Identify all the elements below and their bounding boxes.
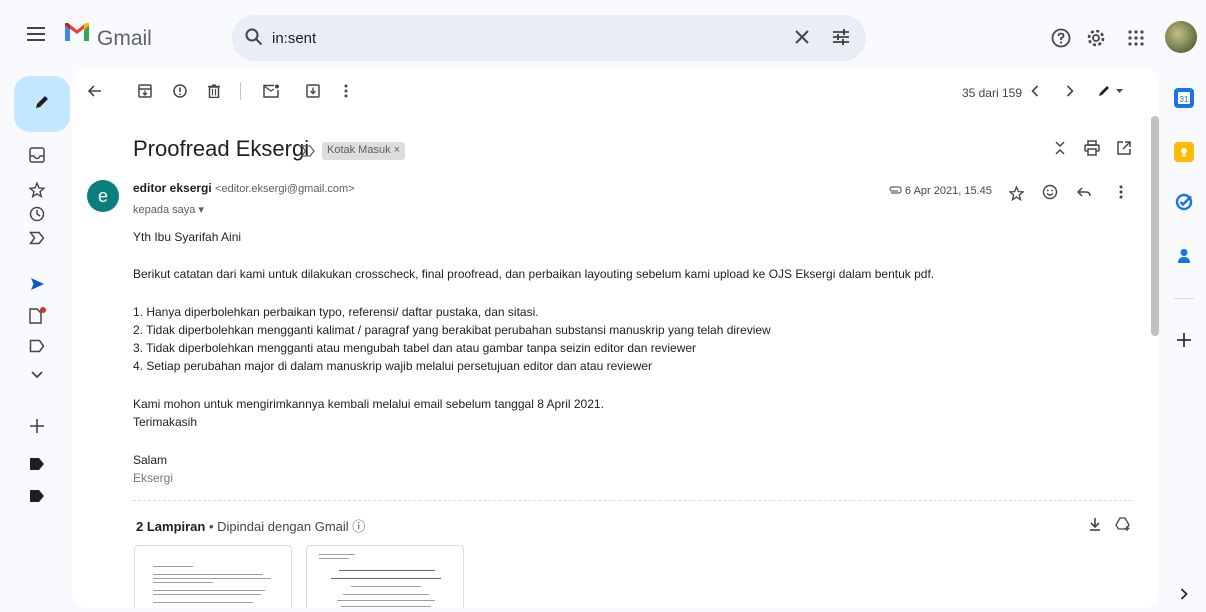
download-all-icon[interactable] [1085,514,1105,534]
attachment-thumbnail[interactable] [306,545,464,608]
snooze-download-icon[interactable] [303,81,323,101]
email-body-line: Terimakasih [133,415,198,429]
email-signature: Eksergi [133,471,174,485]
email-body-line: Kami mohon untuk mengirimkannya kembali … [133,397,604,411]
important-marker-icon[interactable] [300,143,316,159]
sender-line: editor eksergi <editor.eksergi@gmail.com… [133,181,355,195]
attachment-thumbnail[interactable] [134,545,292,608]
calendar-icon[interactable]: 31 [1174,88,1194,108]
reply-icon[interactable] [1074,182,1094,202]
contacts-icon[interactable] [1174,246,1194,266]
email-body-line: 2. Tidak diperbolehkan mengganti kalimat… [133,323,771,337]
mark-unread-icon[interactable] [261,81,281,101]
attachments-divider [133,500,1132,501]
star-icon[interactable] [27,180,47,200]
email-body-line: Yth Ibu Syarifah Aini [133,230,242,244]
email-date: 6 Apr 2021, 15.45 [905,185,992,197]
top-bar: Gmail [0,0,1206,64]
svg-text:31: 31 [1180,95,1189,104]
close-icon[interactable] [790,25,814,49]
email-subject: Proofread Eksergi [133,136,310,161]
label-icon[interactable] [27,486,47,506]
collapse-all-icon[interactable] [1050,138,1070,158]
attachment-icon [887,183,903,197]
attachments-header: 2 Lampiran • Dipindai dengan Gmail ⓘ [136,516,365,535]
keep-icon[interactable] [1174,142,1194,162]
chevron-down-icon[interactable] [27,364,47,384]
email-body-line: Berikut catatan dari kami untuk dilakuka… [133,267,935,281]
archive-icon[interactable] [135,81,155,101]
side-panel-divider [1174,298,1194,299]
account-avatar[interactable] [1165,21,1197,53]
sender-email: <editor.eksergi@gmail.com> [215,183,355,195]
email-body-line: 3. Tidak diperbolehkan mengganti atau me… [133,341,697,355]
chevron-right-icon[interactable] [1060,81,1080,101]
sender-avatar[interactable]: e [87,180,119,212]
app-logo-text: Gmail [97,27,152,50]
scan-note: • Dipindai dengan Gmail ⓘ [208,519,366,534]
inbox-icon[interactable] [27,145,47,165]
gmail-logo-icon[interactable] [64,22,90,42]
email-body-line: 4. Setiap perubahan major di dalam manus… [133,359,652,373]
report-spam-icon[interactable] [170,81,190,101]
label-icon[interactable] [27,336,47,356]
back-arrow-icon[interactable] [85,81,105,101]
toolbar-divider [240,82,241,100]
sender-name[interactable]: editor eksergi [133,181,212,195]
search-icon[interactable] [242,25,266,49]
print-icon[interactable] [1082,138,1102,158]
email-body-line: 1. Hanya diperbolehkan perbaikan typo, r… [133,305,539,319]
message-counter: 35 dari 159 [961,86,1022,100]
sent-icon[interactable] [27,274,47,294]
message-view: 35 dari 159 Proofread Eksergi Kotak Masu… [72,68,1159,608]
attachments-count: 2 Lampiran [136,519,206,534]
emoji-reaction-icon[interactable] [1040,182,1060,202]
clock-icon[interactable] [27,204,47,224]
sender-avatar-letter: e [97,185,108,206]
chevron-right-icon[interactable] [1174,584,1194,604]
open-new-window-icon[interactable] [1114,138,1134,158]
pencil-icon [33,93,51,116]
trash-icon[interactable] [204,81,224,101]
important-icon[interactable] [27,228,47,248]
help-icon[interactable] [1049,26,1073,50]
drafts-icon[interactable] [27,306,47,326]
plus-icon[interactable] [27,416,47,436]
tasks-icon[interactable] [1174,192,1194,212]
compose-button[interactable] [14,76,70,132]
more-vert-icon[interactable] [1111,182,1131,202]
chevron-left-icon[interactable] [1025,81,1045,101]
input-tools-icon[interactable] [1094,81,1130,101]
tune-icon[interactable] [829,25,853,49]
email-body-line: Salam [133,453,168,467]
plus-icon[interactable] [1174,330,1194,350]
label-icon[interactable] [27,454,47,474]
more-vert-icon[interactable] [336,81,356,101]
star-icon[interactable] [1006,183,1026,203]
apps-grid-icon[interactable] [1124,26,1148,50]
gear-icon[interactable] [1084,26,1108,50]
recipient-details-toggle[interactable]: kepada saya ▾ [133,203,204,216]
search-input[interactable] [272,27,672,49]
inbox-label-chip[interactable]: Kotak Masuk × [322,142,406,160]
side-panel: 31 [1164,64,1206,612]
main-menu-icon[interactable] [24,22,48,46]
add-to-drive-icon[interactable] [1113,514,1133,534]
scrollbar[interactable] [1151,116,1159,336]
